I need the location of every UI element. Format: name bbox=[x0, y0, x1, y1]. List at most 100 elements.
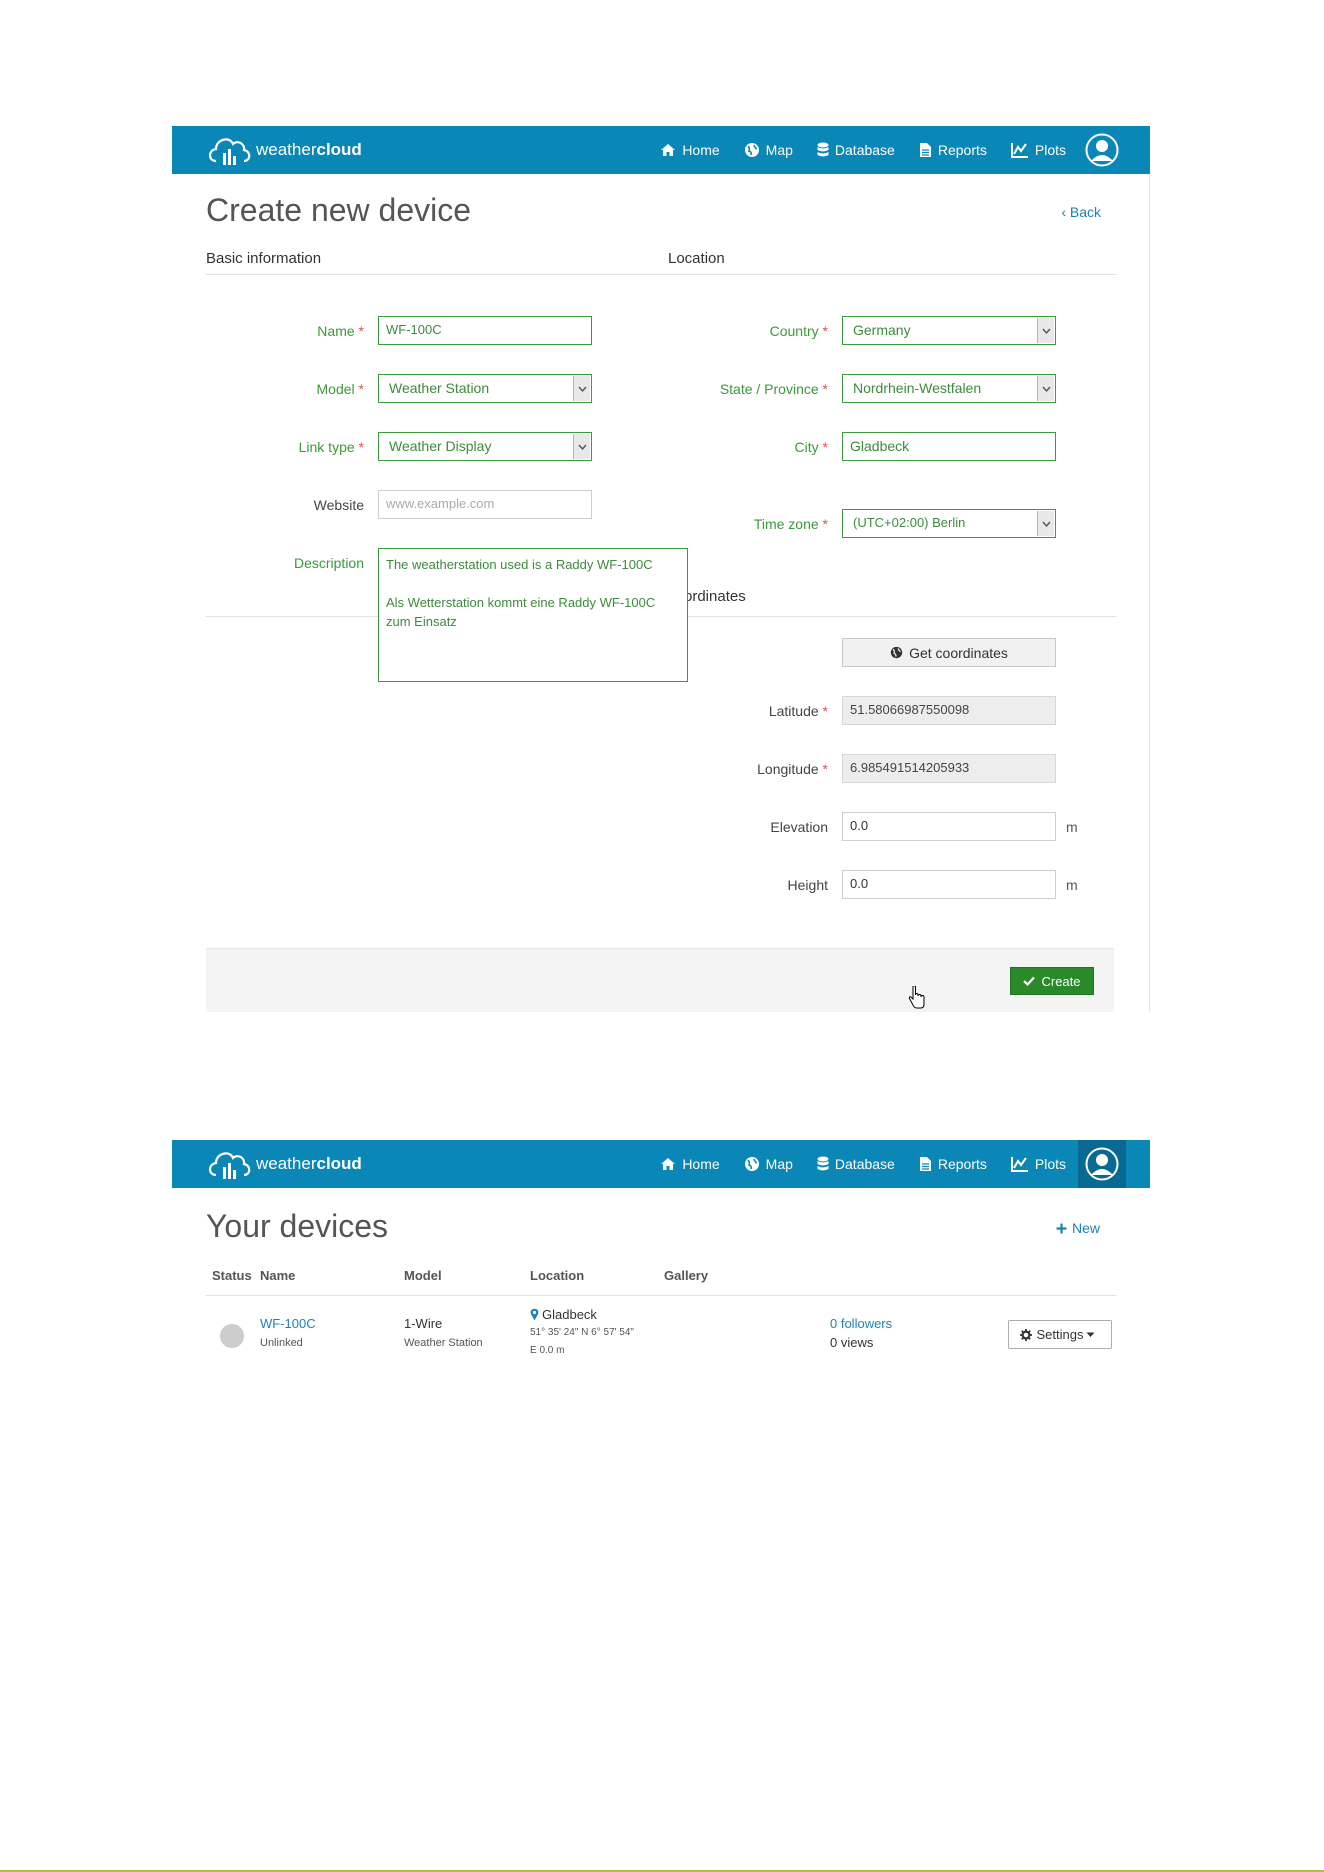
weathercloud-logo[interactable]: weather cloud bbox=[206, 130, 362, 170]
back-label: Back bbox=[1069, 204, 1101, 220]
main-nav: Home Map Database Reports Plots bbox=[636, 1140, 1126, 1188]
chevron-down-icon bbox=[573, 434, 590, 459]
brand-text-cloud: cloud bbox=[316, 140, 362, 159]
plus-icon bbox=[1056, 1223, 1067, 1233]
database-icon bbox=[817, 1156, 829, 1171]
nav-database-label: Database bbox=[834, 142, 895, 158]
nav-plots[interactable]: Plots bbox=[1010, 142, 1066, 158]
user-avatar-button[interactable] bbox=[1078, 126, 1126, 174]
nav-database[interactable]: Database bbox=[817, 1156, 895, 1172]
cloud-logo-icon bbox=[208, 1152, 251, 1179]
chevron-down-icon bbox=[1037, 318, 1054, 343]
state-label: State / Province * bbox=[719, 381, 828, 397]
nav-home[interactable]: Home bbox=[660, 142, 720, 158]
chevron-left-icon: ‹ bbox=[1061, 204, 1070, 220]
line-chart-icon bbox=[1010, 143, 1028, 158]
document-icon bbox=[919, 143, 931, 157]
device-link-status: Unlinked bbox=[260, 1337, 303, 1349]
nav-home-label: Home bbox=[682, 142, 720, 158]
database-icon bbox=[817, 142, 829, 157]
brand-text-weather: weather bbox=[256, 140, 317, 159]
country-label: Country * bbox=[769, 323, 828, 339]
height-input[interactable]: 0.0 bbox=[842, 870, 1056, 899]
basic-info-heading: Basic information bbox=[206, 250, 322, 267]
create-button[interactable]: Create bbox=[1010, 967, 1094, 995]
city-input[interactable]: Gladbeck bbox=[842, 432, 1056, 461]
line-chart-icon bbox=[1010, 1157, 1028, 1172]
state-select[interactable]: Nordrhein-Westfalen bbox=[842, 374, 1056, 403]
timezone-select[interactable]: (UTC+02:00) Berlin bbox=[842, 509, 1056, 538]
get-coordinates-label: Get coordinates bbox=[909, 644, 1008, 661]
nav-home[interactable]: Home bbox=[660, 1156, 720, 1172]
table-header-divider bbox=[206, 1295, 1116, 1296]
name-input[interactable]: WF-100C bbox=[378, 316, 592, 345]
nav-reports[interactable]: Reports bbox=[919, 1156, 987, 1172]
gear-icon bbox=[1019, 1328, 1032, 1341]
form-footer: Create bbox=[206, 948, 1114, 1012]
document-icon bbox=[919, 1157, 931, 1171]
nav-database-label: Database bbox=[834, 1156, 895, 1172]
create-device-screenshot: weather cloud Home Map Database Reports P… bbox=[172, 126, 1150, 1012]
followers-link[interactable]: 0 followers bbox=[830, 1316, 892, 1331]
globe-icon bbox=[744, 143, 759, 157]
get-coordinates-button[interactable]: Get coordinates bbox=[842, 638, 1056, 667]
longitude-input[interactable]: 6.985491514205933 bbox=[842, 754, 1056, 783]
nav-plots[interactable]: Plots bbox=[1010, 1156, 1066, 1172]
nav-map-label: Map bbox=[765, 1156, 793, 1172]
nav-map[interactable]: Map bbox=[744, 142, 793, 158]
settings-dropdown-button[interactable]: Settings bbox=[1008, 1320, 1112, 1349]
settings-label: Settings bbox=[1036, 1327, 1084, 1342]
brand-text-cloud: cloud bbox=[316, 1154, 362, 1173]
nav-home-label: Home bbox=[682, 1156, 720, 1172]
device-coordinates-elevation: E 0.0 m bbox=[530, 1345, 565, 1356]
page-title: Your devices bbox=[206, 1208, 389, 1244]
caret-down-icon bbox=[1086, 1332, 1095, 1337]
views-count: 0 views bbox=[830, 1335, 874, 1350]
device-name-link[interactable]: WF-100C bbox=[260, 1316, 316, 1331]
link-type-select[interactable]: Weather Display bbox=[378, 432, 592, 461]
top-navbar: weather cloud Home Map Database Reports P… bbox=[172, 1140, 1150, 1188]
chevron-down-icon bbox=[1037, 376, 1054, 401]
model-label: Model * bbox=[316, 381, 364, 397]
column-status: Status bbox=[212, 1268, 252, 1283]
user-avatar-button[interactable] bbox=[1078, 1140, 1126, 1188]
globe-icon bbox=[890, 646, 903, 659]
description-label: Description bbox=[293, 555, 364, 571]
height-unit: m bbox=[1066, 877, 1078, 893]
device-city: Gladbeck bbox=[542, 1307, 597, 1322]
chevron-down-icon bbox=[1037, 511, 1054, 536]
nav-database[interactable]: Database bbox=[817, 142, 895, 158]
nav-plots-label: Plots bbox=[1034, 142, 1066, 158]
model-select[interactable]: Weather Station bbox=[378, 374, 592, 403]
nav-map[interactable]: Map bbox=[744, 1156, 793, 1172]
latitude-input[interactable]: 51.58066987550098 bbox=[842, 696, 1056, 725]
device-coordinates: 51° 35' 24" N 6° 57' 54" bbox=[530, 1327, 634, 1338]
elevation-input[interactable]: 0.0 bbox=[842, 812, 1056, 841]
back-link[interactable]: ‹ Back bbox=[1061, 204, 1101, 220]
longitude-label: Longitude * bbox=[757, 761, 828, 777]
weathercloud-logo[interactable]: weather cloud bbox=[206, 1144, 362, 1184]
timezone-label: Time zone * bbox=[753, 516, 828, 532]
user-avatar-icon bbox=[1085, 1147, 1119, 1181]
new-device-label: New bbox=[1071, 1220, 1100, 1236]
page-title: Create new device bbox=[206, 192, 472, 228]
timezone-select-value: (UTC+02:00) Berlin bbox=[853, 515, 966, 530]
description-textarea[interactable]: The weatherstation used is a Raddy WF-10… bbox=[378, 548, 688, 682]
section-divider bbox=[206, 274, 1116, 275]
website-input[interactable]: www.example.com bbox=[378, 490, 592, 519]
user-avatar-icon bbox=[1085, 133, 1119, 167]
cloud-logo-icon bbox=[208, 138, 251, 165]
map-marker-icon bbox=[530, 1308, 539, 1321]
coordinates-heading: ordinates bbox=[684, 588, 746, 605]
nav-map-label: Map bbox=[765, 142, 793, 158]
main-nav: Home Map Database Reports Plots bbox=[636, 126, 1126, 174]
globe-icon bbox=[744, 1157, 759, 1171]
height-label: Height bbox=[787, 877, 828, 893]
column-location: Location bbox=[530, 1268, 585, 1283]
elevation-label: Elevation bbox=[770, 819, 828, 835]
chevron-down-icon bbox=[573, 376, 590, 401]
new-device-link[interactable]: New bbox=[1056, 1220, 1100, 1236]
country-select[interactable]: Germany bbox=[842, 316, 1056, 345]
nav-reports[interactable]: Reports bbox=[919, 142, 987, 158]
model-select-value: Weather Station bbox=[389, 380, 490, 396]
